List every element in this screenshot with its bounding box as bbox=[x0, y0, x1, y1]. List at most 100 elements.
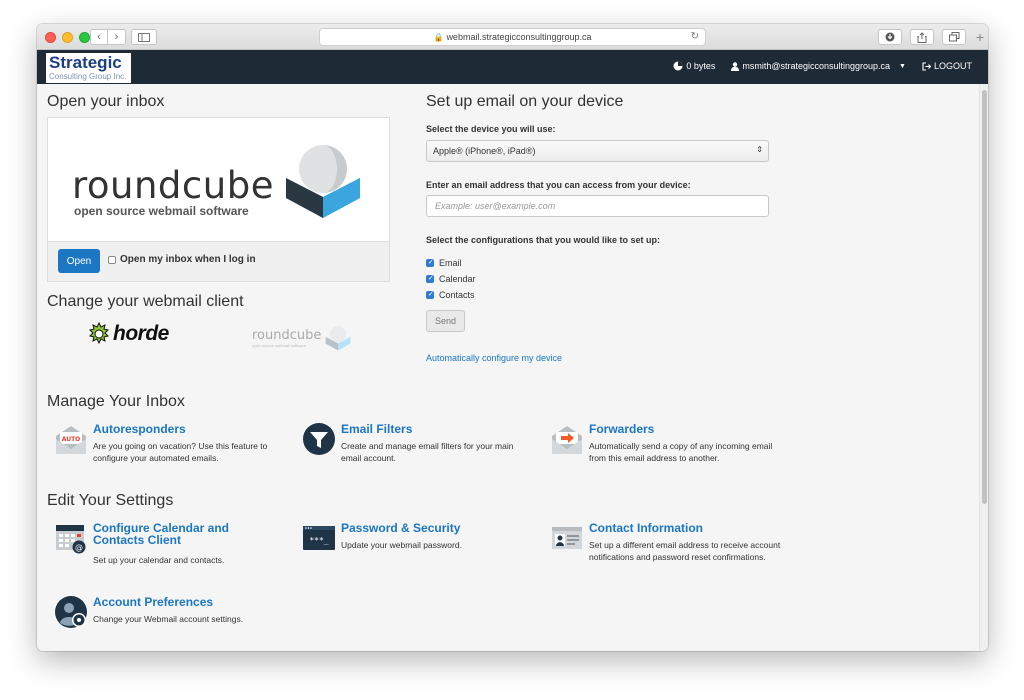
downloads-button[interactable] bbox=[878, 29, 902, 45]
chevron-right-icon: › bbox=[114, 31, 119, 43]
share-icon bbox=[917, 31, 927, 43]
manage-inbox-heading: Manage Your Inbox bbox=[47, 393, 185, 410]
user-gear-icon bbox=[55, 596, 87, 628]
device-email-placeholder: Example: user@example.com bbox=[435, 201, 556, 211]
autoresponders-desc: Are you going on vacation? Use this feat… bbox=[93, 441, 268, 463]
roundcube-tagline: open source webmail software bbox=[74, 204, 249, 218]
contact-card-icon bbox=[552, 527, 582, 549]
auto-icon-text: AUTO bbox=[62, 436, 81, 443]
forward-button[interactable]: › bbox=[108, 29, 126, 45]
lock-icon: 🔒 bbox=[433, 32, 444, 42]
sidebar-icon bbox=[138, 32, 150, 42]
config-label: Select the configurations that you would… bbox=[426, 235, 661, 245]
open-on-login-checkbox[interactable] bbox=[108, 255, 116, 264]
address-bar[interactable]: 🔒 webmail.strategicconsultinggroup.ca ↻ bbox=[319, 28, 706, 46]
roundcube-logo-icon[interactable] bbox=[284, 142, 362, 220]
horde-client-link[interactable]: horde bbox=[87, 322, 169, 346]
email-checkbox[interactable] bbox=[426, 258, 434, 267]
open-inbox-heading: Open your inbox bbox=[47, 93, 165, 110]
autoresponder-envelope-icon: AUTO bbox=[56, 426, 86, 454]
inbox-actions: Open Open my inbox when I log in bbox=[48, 241, 389, 281]
roundcube-small-icon bbox=[326, 326, 351, 351]
forwarders-title[interactable]: Forwarders bbox=[589, 423, 654, 435]
password-field-icon: ***_ bbox=[303, 526, 335, 550]
password-security-title[interactable]: Password & Security bbox=[341, 522, 460, 534]
calendar-checkbox[interactable] bbox=[426, 274, 434, 283]
disk-usage-text: 0 bytes bbox=[686, 61, 716, 71]
history-nav: ‹ › bbox=[90, 29, 126, 45]
device-email-input[interactable]: Example: user@example.com bbox=[426, 195, 769, 217]
change-client-heading: Change your webmail client bbox=[47, 293, 244, 310]
user-email: msmith@strategicconsultinggroup.ca bbox=[742, 61, 891, 71]
main-content: Open your inbox roundcube open source we… bbox=[37, 84, 979, 651]
roundcube-small-tag: open source webmail software bbox=[252, 343, 307, 348]
contact-info-desc: Set up a different email address to rece… bbox=[589, 540, 781, 562]
company-logo[interactable]: Strategic Consulting Group Inc. bbox=[46, 53, 131, 83]
window-controls bbox=[45, 32, 90, 43]
roundcube-small-label: roundcube bbox=[252, 328, 322, 343]
logout-label: LOGOUT bbox=[933, 61, 972, 71]
device-select-label: Select the device you will use: bbox=[426, 124, 556, 134]
send-button[interactable]: Send bbox=[426, 310, 465, 332]
auto-configure-link[interactable]: Automatically configure my device bbox=[426, 353, 562, 363]
browser-toolbar: ‹ › 🔒 webmail.strategicconsultinggroup.c… bbox=[37, 24, 988, 50]
device-setup-heading: Set up email on your device bbox=[426, 93, 624, 110]
config-option-email[interactable]: Email bbox=[426, 258, 462, 268]
calendar-contacts-desc: Set up your calendar and contacts. bbox=[93, 555, 225, 565]
forwarder-envelope-icon bbox=[552, 426, 582, 454]
roundcube-panel: roundcube open source webmail software O… bbox=[47, 117, 390, 282]
zoom-window-button[interactable] bbox=[79, 32, 90, 43]
account-preferences-title[interactable]: Account Preferences bbox=[93, 596, 213, 608]
address-url: webmail.strategicconsultinggroup.ca bbox=[446, 32, 592, 42]
email-option-label: Email bbox=[439, 258, 462, 268]
device-select-value: Apple® (iPhone®, iPad®) bbox=[433, 146, 536, 156]
autoresponders-title[interactable]: Autoresponders bbox=[93, 423, 186, 435]
page-scrollbar[interactable] bbox=[979, 84, 988, 651]
browser-actions bbox=[878, 29, 966, 45]
back-button[interactable]: ‹ bbox=[90, 29, 108, 45]
user-icon bbox=[731, 61, 740, 71]
device-select[interactable]: Apple® (iPhone®, iPad®) ⇕ bbox=[426, 140, 769, 162]
sidebar-toggle-button[interactable] bbox=[131, 29, 157, 45]
horde-label: horde bbox=[113, 322, 169, 345]
caret-down-icon: ▼ bbox=[899, 62, 906, 70]
open-on-login-option[interactable]: Open my inbox when I log in bbox=[108, 254, 256, 265]
contacts-checkbox[interactable] bbox=[426, 290, 434, 299]
contact-info-title[interactable]: Contact Information bbox=[589, 522, 703, 534]
config-option-calendar[interactable]: Calendar bbox=[426, 274, 476, 284]
calendar-title-line2: Contacts Client bbox=[93, 533, 182, 547]
tabs-icon bbox=[948, 32, 959, 42]
logo-main-text: Strategic bbox=[49, 53, 122, 72]
roundcube-wordmark[interactable]: roundcube bbox=[72, 164, 274, 207]
close-window-button[interactable] bbox=[45, 32, 56, 43]
config-option-contacts[interactable]: Contacts bbox=[426, 290, 475, 300]
logout-button[interactable]: LOGOUT bbox=[922, 61, 972, 71]
calendar-icon: @ bbox=[56, 525, 86, 554]
reload-icon[interactable]: ↻ bbox=[691, 31, 699, 42]
scrollbar-thumb[interactable] bbox=[982, 90, 987, 504]
edit-settings-heading: Edit Your Settings bbox=[47, 492, 174, 509]
calendar-option-label: Calendar bbox=[439, 274, 476, 284]
minimize-window-button[interactable] bbox=[62, 32, 73, 43]
roundcube-client-link[interactable]: roundcube open source webmail software bbox=[252, 325, 351, 351]
webmail-header: Strategic Consulting Group Inc. 0 bytes … bbox=[37, 50, 988, 84]
open-inbox-button[interactable]: Open bbox=[58, 249, 100, 273]
horde-gear-icon bbox=[89, 322, 109, 345]
account-preferences-desc: Change your Webmail account settings. bbox=[93, 614, 244, 624]
logo-sub-text: Consulting Group Inc. bbox=[49, 72, 127, 81]
share-button[interactable] bbox=[910, 29, 934, 45]
header-actions: 0 bytes msmith@strategicconsultinggroup.… bbox=[673, 61, 972, 71]
browser-window: ‹ › 🔒 webmail.strategicconsultinggroup.c… bbox=[37, 24, 988, 651]
email-input-label: Enter an email address that you can acce… bbox=[426, 180, 691, 190]
chevron-left-icon: ‹ bbox=[97, 31, 101, 43]
password-security-desc: Update your webmail password. bbox=[341, 540, 462, 550]
new-tab-plus-icon[interactable]: + bbox=[976, 30, 984, 44]
select-arrows-icon: ⇕ bbox=[756, 145, 763, 154]
email-filters-desc: Create and manage email filters for your… bbox=[341, 441, 514, 463]
calendar-contacts-title[interactable]: Configure Calendar and Contacts Client bbox=[93, 522, 229, 546]
email-filters-title[interactable]: Email Filters bbox=[341, 423, 412, 435]
password-icon-text: ***_ bbox=[309, 536, 328, 545]
disk-usage-link[interactable]: 0 bytes bbox=[673, 61, 715, 71]
user-menu[interactable]: msmith@strategicconsultinggroup.ca ▼ bbox=[731, 61, 906, 71]
tabs-overview-button[interactable] bbox=[942, 29, 966, 45]
